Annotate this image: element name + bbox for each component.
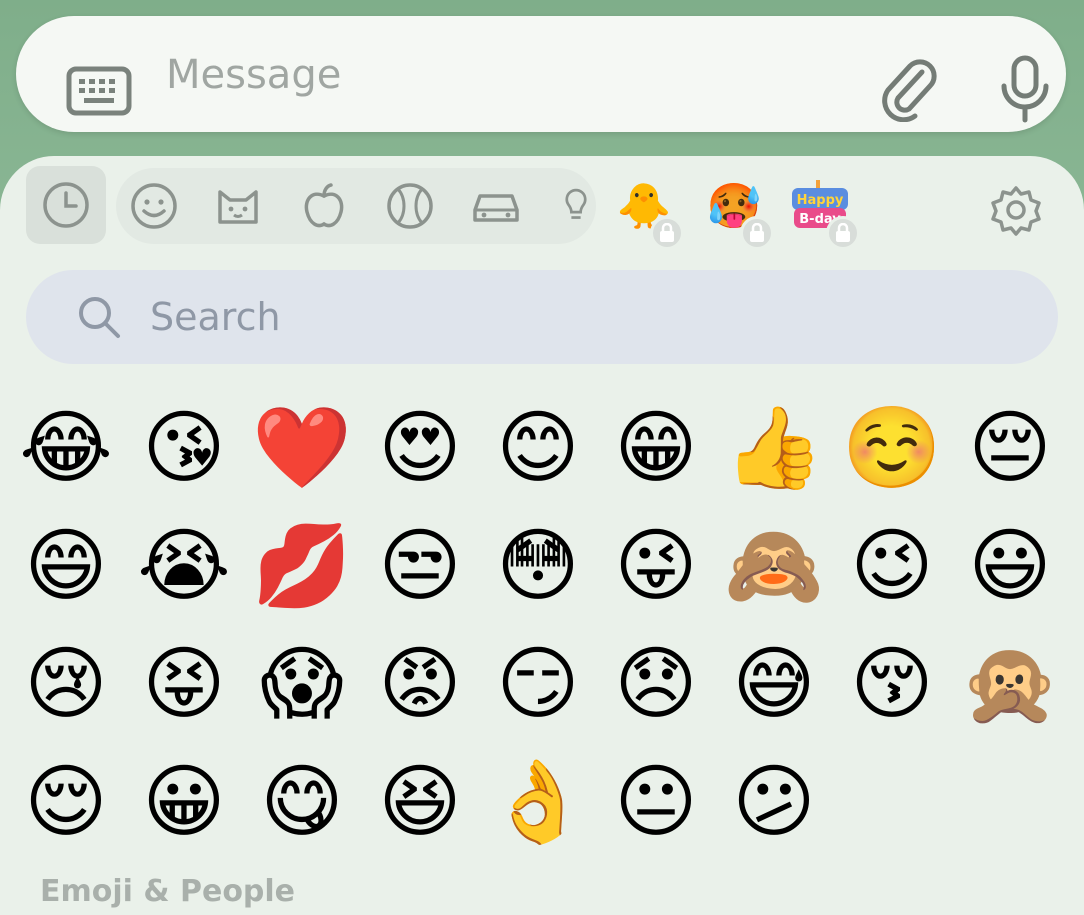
message-input[interactable] (166, 50, 846, 100)
emoji-cell[interactable]: 😜 (600, 510, 712, 622)
emoji-cell[interactable]: 😝 (128, 628, 240, 740)
tab-objects[interactable] (550, 174, 596, 238)
emoji-cell[interactable]: 😡 (364, 628, 476, 740)
emoji-cell[interactable]: 😭 (128, 510, 240, 622)
svg-text:Happy: Happy (797, 193, 844, 208)
tab-smileys[interactable] (122, 174, 186, 238)
emoji-cell[interactable]: 😂 (10, 392, 122, 504)
emoji-cell[interactable]: 💋 (246, 510, 358, 622)
emoji-cell[interactable]: 👍 (718, 392, 830, 504)
car-icon (473, 194, 519, 222)
emoji-cell[interactable]: 😢 (10, 628, 122, 740)
lock-icon (650, 216, 684, 250)
clock-icon (43, 182, 89, 228)
sticker-pack-birthday[interactable]: Happy B-day (790, 176, 860, 250)
keyboard-icon[interactable] (66, 66, 132, 116)
paperclip-icon[interactable] (878, 58, 938, 123)
tab-activity[interactable] (378, 174, 442, 238)
emoji-cell[interactable]: 😌 (10, 746, 122, 858)
emoji-cell[interactable]: 😉 (836, 510, 948, 622)
emoji-cell[interactable]: 😕 (718, 746, 830, 858)
emoji-cell[interactable]: 😞 (600, 628, 712, 740)
tab-animals[interactable] (206, 174, 270, 238)
emoji-cell[interactable]: 😊 (482, 392, 594, 504)
emoji-cell[interactable]: 🙈 (718, 510, 830, 622)
sticker-pack-face[interactable]: 🥵 (704, 176, 774, 250)
emoji-cell[interactable]: 😔 (954, 392, 1066, 504)
emoji-cell[interactable]: 😚 (836, 628, 948, 740)
tab-travel[interactable] (464, 174, 528, 238)
sticker-pack-duck[interactable]: 🐥 (614, 176, 684, 250)
emoji-cell[interactable]: 😱 (246, 628, 358, 740)
emoji-cell[interactable]: 😒 (364, 510, 476, 622)
tab-recent[interactable] (26, 166, 106, 244)
lightbulb-icon (565, 188, 587, 219)
emoji-panel: 🐥 🥵 Happy B-day 😂😘❤️😍😊😁👍☺️😔 (0, 156, 1084, 915)
emoji-cell[interactable]: 😍 (364, 392, 476, 504)
emoji-cell[interactable]: 😆 (364, 746, 476, 858)
emoji-cell[interactable]: 😅 (718, 628, 830, 740)
emoji-cell[interactable]: ☺️ (836, 392, 948, 504)
lock-icon (826, 216, 860, 250)
cat-icon (218, 190, 258, 224)
emoji-cell[interactable]: 👌 (482, 746, 594, 858)
tab-food[interactable] (292, 174, 356, 238)
section-title: Emoji & People (40, 874, 296, 909)
apple-icon (304, 183, 344, 228)
search-input[interactable] (150, 294, 950, 340)
emoji-cell[interactable]: 😏 (482, 628, 594, 740)
microphone-icon[interactable] (998, 54, 1052, 124)
emoji-cell[interactable]: 😁 (600, 392, 712, 504)
ball-icon (387, 183, 433, 229)
emoji-cell[interactable]: 😀 (128, 746, 240, 858)
emoji-search (26, 270, 1058, 364)
emoji-cell[interactable]: 😐 (600, 746, 712, 858)
message-composer (16, 16, 1066, 132)
emoji-cell[interactable]: 😳 (482, 510, 594, 622)
emoji-cell[interactable]: 😄 (10, 510, 122, 622)
search-icon (76, 294, 122, 340)
smiley-icon (131, 183, 177, 229)
emoji-cell[interactable]: ❤️ (246, 392, 358, 504)
gear-icon[interactable] (990, 184, 1042, 236)
emoji-cell[interactable]: 😃 (954, 510, 1066, 622)
emoji-cell[interactable]: 😋 (246, 746, 358, 858)
lock-icon (740, 216, 774, 250)
emoji-cell[interactable]: 🙊 (954, 628, 1066, 740)
emoji-cell[interactable]: 😘 (128, 392, 240, 504)
